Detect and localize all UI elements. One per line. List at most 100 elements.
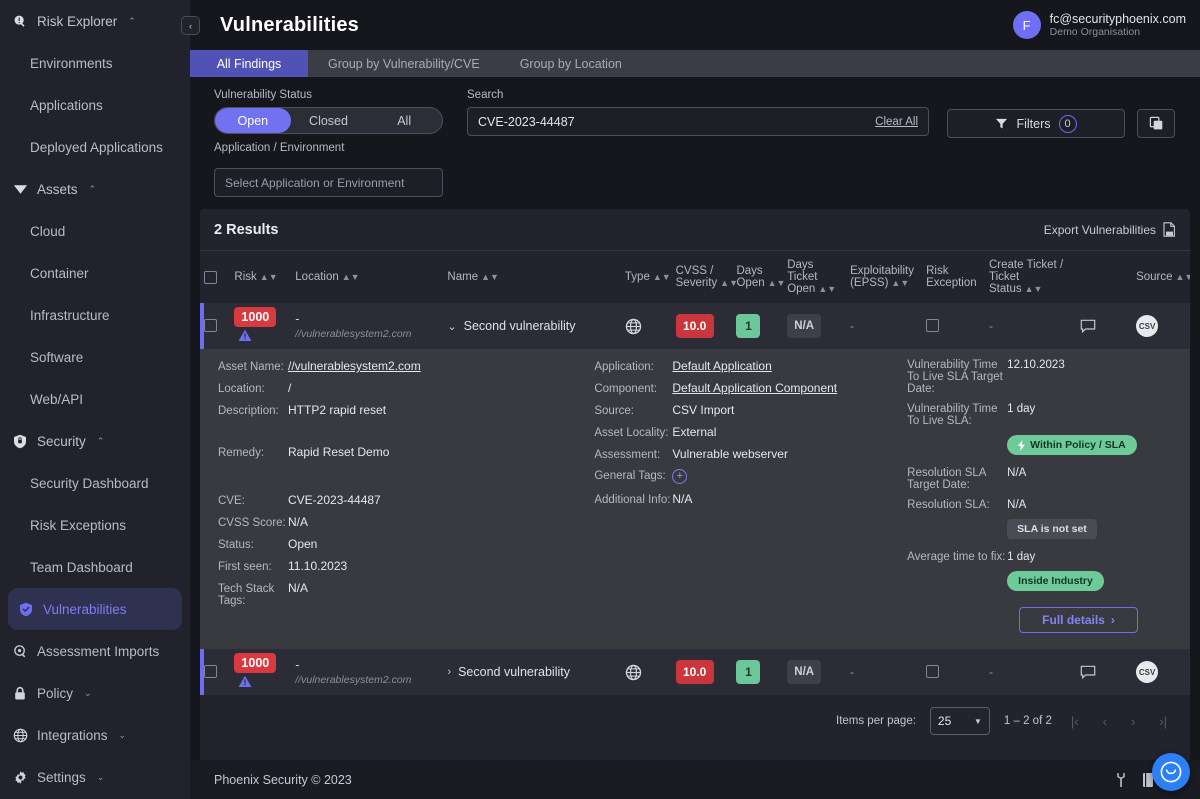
items-per-page-select[interactable]: 25 ▼ <box>929 707 990 735</box>
sidebar-group-security[interactable]: Security ⌃ <box>0 420 190 462</box>
comment-cell[interactable] <box>1076 649 1132 695</box>
name-cell[interactable]: ⌄ Second vulnerability <box>443 303 621 349</box>
risk-exception-checkbox[interactable] <box>926 319 940 333</box>
row-accent-bar <box>200 303 204 349</box>
column-risk[interactable]: Risk ▲▼ <box>230 251 292 303</box>
chevron-up-icon: ⌃ <box>128 15 136 26</box>
sidebar-item-software[interactable]: Software <box>0 336 190 378</box>
row-checkbox[interactable] <box>204 665 217 679</box>
vulnerability-status-toggle[interactable]: Open Closed All <box>214 107 443 134</box>
column-location[interactable]: Location ▲▼ <box>291 251 444 303</box>
column-days-open[interactable]: Days Open ▲▼ <box>732 251 786 303</box>
tab-group-by-vulnerability-cve[interactable]: Group by Vulnerability/CVE <box>308 50 500 77</box>
sidebar-item-settings[interactable]: Settings ⌄ <box>0 756 190 798</box>
within-policy-sla-badge: Within Policy / SLA <box>1007 435 1137 455</box>
sidebar-group-assets[interactable]: Assets ⌃ <box>0 168 190 210</box>
wrench-icon[interactable] <box>1114 772 1128 788</box>
days-open-badge: 1 <box>736 660 761 684</box>
sidebar-item-risk-exceptions[interactable]: Risk Exceptions <box>0 504 190 546</box>
sidebar-item-environments[interactable]: Environments <box>0 42 190 84</box>
full-details-button[interactable]: Full details › <box>1019 607 1138 633</box>
sidebar-item-deployed-applications[interactable]: Deployed Applications <box>0 126 190 168</box>
days-ticket-open-badge: N/A <box>787 660 822 684</box>
row-select-cell[interactable] <box>200 649 230 695</box>
risk-exception-cell[interactable] <box>922 649 985 695</box>
prev-page-button[interactable]: ‹ <box>1098 714 1112 729</box>
sidebar-item-infrastructure[interactable]: Infrastructure <box>0 294 190 336</box>
chat-support-button[interactable] <box>1152 753 1190 791</box>
application-link[interactable]: Default Application <box>672 359 771 373</box>
column-label: Risk <box>234 271 257 283</box>
next-page-button[interactable]: › <box>1126 714 1140 729</box>
table-row[interactable]: 1000 - //vulnerablesystem2.com ⌄ Second … <box>200 303 1190 349</box>
table-header-row: Risk ▲▼ Location ▲▼ Name ▲▼ Type ▲▼ CVSS / S… <box>200 251 1190 303</box>
sidebar-item-assessment-imports[interactable]: Assessment Imports <box>0 630 190 672</box>
sidebar-item-container[interactable]: Container <box>0 252 190 294</box>
expand-chevron-icon[interactable]: › <box>447 666 451 678</box>
clear-all-button[interactable]: Clear All <box>875 116 918 128</box>
column-cvss-severity[interactable]: CVSS / Severity ▲▼ <box>671 251 738 303</box>
warning-triangle-icon <box>238 675 252 688</box>
main-content: ‹ Vulnerabilities F fc@securityphoenix.c… <box>181 0 1200 799</box>
row-select-cell[interactable] <box>200 303 230 349</box>
select-all-checkbox[interactable] <box>204 270 217 284</box>
ticket-status-cell: - <box>985 303 1076 349</box>
status-option-closed[interactable]: Closed <box>291 108 367 133</box>
sidebar-item-security-dashboard[interactable]: Security Dashboard <box>0 462 190 504</box>
column-type[interactable]: Type ▲▼ <box>620 251 672 303</box>
column-source[interactable]: Source ▲▼ <box>1132 251 1190 303</box>
add-tag-button[interactable]: + <box>672 469 688 484</box>
search-box[interactable]: Clear All <box>467 107 929 136</box>
sidebar-item-team-dashboard[interactable]: Team Dashboard <box>0 546 190 588</box>
column-create-ticket-status[interactable]: Create Ticket / Ticket Status ▲▼ <box>985 251 1077 303</box>
sidebar-item-label: Cloud <box>30 223 66 239</box>
column-exploitability-epss[interactable]: Exploitability (EPSS) ▲▼ <box>846 251 923 303</box>
sidebar-item-web-api[interactable]: Web/API <box>0 378 190 420</box>
warning-triangle-icon <box>238 329 252 342</box>
status-option-open[interactable]: Open <box>215 108 291 133</box>
search-input[interactable] <box>478 114 876 129</box>
sidebar-item-vulnerabilities[interactable]: Vulnerabilities <box>8 588 182 630</box>
comment-cell[interactable] <box>1076 303 1132 349</box>
filters-button[interactable]: Filters 0 <box>947 109 1125 138</box>
results-panel: 2 Results Export Vulnerabilities Risk ▲▼… <box>200 209 1190 760</box>
sidebar-item-applications[interactable]: Applications <box>0 84 190 126</box>
row-checkbox[interactable] <box>204 319 217 333</box>
chat-bubble-icon <box>1160 761 1182 783</box>
sidebar-item-policy[interactable]: Policy ⌄ <box>0 672 190 714</box>
user-menu[interactable]: F fc@securityphoenix.com Demo Organisati… <box>1012 11 1186 39</box>
export-vulnerabilities-button[interactable]: Export Vulnerabilities <box>1044 222 1176 237</box>
sidebar-item-integrations[interactable]: Integrations ⌄ <box>0 714 190 756</box>
name-cell[interactable]: › Second vulnerability <box>443 649 621 695</box>
column-name[interactable]: Name ▲▼ <box>443 251 621 303</box>
tab-group-by-location[interactable]: Group by Location <box>500 50 642 77</box>
tab-all-findings[interactable]: All Findings <box>190 50 308 77</box>
last-page-button[interactable]: ›| <box>1154 714 1172 729</box>
vulnerability-name: Second vulnerability <box>463 319 576 333</box>
first-page-button[interactable]: |‹ <box>1066 714 1084 729</box>
comment-icon[interactable] <box>1080 319 1128 334</box>
asset-name-link[interactable]: //vulnerablesystem2.com <box>288 359 421 373</box>
status-filter-label: Vulnerability Status <box>214 89 313 101</box>
risk-exception-cell[interactable] <box>922 303 985 349</box>
select-all-header[interactable] <box>200 251 231 303</box>
detail-key: Location: <box>218 383 265 395</box>
status-option-all[interactable]: All <box>366 108 442 133</box>
sidebar-item-label: Settings <box>37 769 86 785</box>
risk-exception-checkbox[interactable] <box>926 665 940 679</box>
column-days-ticket-open[interactable]: Days Ticket Open ▲▼ <box>783 251 847 303</box>
sort-icon: ▲▼ <box>767 278 786 288</box>
application-environment-select[interactable]: Select Application or Environment <box>214 168 443 197</box>
component-link[interactable]: Default Application Component <box>672 381 837 395</box>
copy-button[interactable] <box>1137 109 1175 138</box>
column-label: Location <box>295 271 339 283</box>
globe-icon <box>12 727 28 743</box>
detail-key: Status: <box>218 539 254 551</box>
table-row[interactable]: 1000 - //vulnerablesystem2.com › Second … <box>200 649 1190 695</box>
sidebar-item-cloud[interactable]: Cloud <box>0 210 190 252</box>
comment-icon[interactable] <box>1080 665 1128 680</box>
expand-chevron-icon[interactable]: ⌄ <box>447 320 456 333</box>
sidebar-collapse-button[interactable]: ‹ <box>181 16 200 35</box>
detail-key: Asset Name: <box>218 361 284 373</box>
sidebar-group-risk-explorer[interactable]: Risk Explorer ⌃ <box>0 0 190 42</box>
